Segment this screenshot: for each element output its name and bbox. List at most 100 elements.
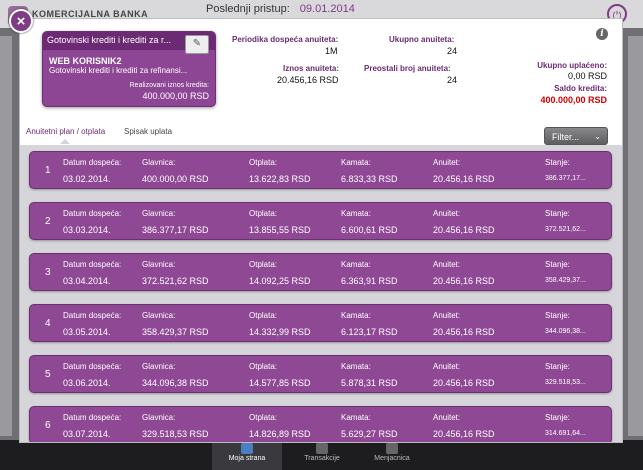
principal-label: Glavnica: <box>142 209 176 218</box>
balance-value: 386.377,17... <box>545 175 586 182</box>
remaining-annuities-value: 24 <box>447 75 458 85</box>
balance-label: Stanje: <box>545 260 570 269</box>
loan-balance-label: Saldo kredita: <box>554 84 607 93</box>
row-index: 2 <box>45 216 51 227</box>
row-index: 1 <box>45 165 51 176</box>
repayment-value: 14.577,85 RSD <box>249 378 311 388</box>
interest-value: 6.833,33 RSD <box>341 174 398 184</box>
filter-dropdown[interactable]: Filter... ⌄ <box>544 127 608 145</box>
remaining-annuities-label: Preostali broj anuiteta: <box>364 64 451 73</box>
due-date-value: 03.06.2014. <box>63 378 111 388</box>
period-label: Periodika dospeća anuiteta: <box>232 35 339 44</box>
bottom-tab-moja-strana[interactable]: Moja strana <box>212 440 282 470</box>
loan-card: Gotovinski krediti i krediti za r... ✎ W… <box>42 31 216 107</box>
bottom-tab-menjacnica[interactable]: Menjacnica <box>357 440 427 470</box>
annuity-label: Anuitet: <box>433 413 461 422</box>
repayment-value: 14.092,25 RSD <box>249 276 311 286</box>
repayment-label: Otplata: <box>249 260 278 269</box>
background-right-panel <box>628 36 643 436</box>
edit-button[interactable]: ✎ <box>185 35 209 54</box>
repayment-value: 13.622,83 RSD <box>249 174 311 184</box>
realized-amount-label: Realizovani iznos kredita: <box>129 82 209 89</box>
row-index: 6 <box>45 420 51 431</box>
balance-value: 372.521,62... <box>545 226 586 233</box>
principal-label: Glavnica: <box>142 260 176 269</box>
balance-value: 314.691,64... <box>545 430 586 437</box>
annuity-row[interactable]: 5 Datum dospeća: 03.06.2014. Glavnica: 3… <box>29 355 612 393</box>
due-date-value: 03.05.2014. <box>63 327 111 337</box>
balance-value: 344.096,38... <box>545 328 586 335</box>
tab-annuity-plan[interactable]: Anuitetni plan / otplata <box>26 127 105 136</box>
repayment-label: Otplata: <box>249 158 278 167</box>
balance-value: 358.429,37... <box>545 277 586 284</box>
interest-label: Kamata: <box>341 413 371 422</box>
principal-label: Glavnica: <box>142 362 176 371</box>
bottom-tab-transakcije[interactable]: Transakcije <box>287 440 357 470</box>
annuity-list: 1 Datum dospeća: 03.02.2014. Glavnica: 4… <box>20 145 622 442</box>
annuity-row[interactable]: 1 Datum dospeća: 03.02.2014. Glavnica: 4… <box>29 151 612 189</box>
transactions-icon <box>316 443 328 454</box>
loan-card-subtitle: Gotovinski krediti i krediti za refinans… <box>49 66 188 75</box>
info-icon[interactable]: i <box>596 28 608 40</box>
repayment-value: 14.332,99 RSD <box>249 327 311 337</box>
principal-value: 372.521,62 RSD <box>142 276 209 286</box>
loan-detail-modal: Gotovinski krediti i krediti za r... ✎ W… <box>19 18 623 443</box>
balance-label: Stanje: <box>545 209 570 218</box>
principal-value: 329.518,53 RSD <box>142 429 209 439</box>
due-date-value: 03.04.2014. <box>63 276 111 286</box>
annuity-amount-label: Iznos anuiteta: <box>283 64 340 73</box>
annuity-label: Anuitet: <box>433 311 461 320</box>
principal-value: 358.429,37 RSD <box>142 327 209 337</box>
due-date-label: Datum dospeća: <box>63 260 122 269</box>
close-button[interactable]: × <box>9 9 33 33</box>
chevron-down-icon: ⌄ <box>594 132 601 141</box>
annuity-row[interactable]: 6 Datum dospeća: 03.07.2014. Glavnica: 3… <box>29 406 612 442</box>
loan-balance-value: 400.000,00 RSD <box>540 95 607 105</box>
total-paid-label: Ukupno uplaćeno: <box>537 61 607 70</box>
annuity-amount-value: 20.456,16 RSD <box>277 75 339 85</box>
due-date-label: Datum dospeća: <box>63 209 122 218</box>
repayment-label: Otplata: <box>249 209 278 218</box>
balance-label: Stanje: <box>545 311 570 320</box>
due-date-value: 03.07.2014. <box>63 429 111 439</box>
balance-value: 329.518,53... <box>545 379 586 386</box>
annuity-value: 20.456,16 RSD <box>433 378 495 388</box>
row-index: 3 <box>45 267 51 278</box>
principal-value: 386.377,17 RSD <box>142 225 209 235</box>
active-tab-indicator <box>60 139 70 144</box>
row-index: 5 <box>45 369 51 380</box>
interest-label: Kamata: <box>341 158 371 167</box>
repayment-value: 14.826,89 RSD <box>249 429 311 439</box>
period-value: 1M <box>325 46 338 56</box>
interest-label: Kamata: <box>341 209 371 218</box>
repayment-label: Otplata: <box>249 311 278 320</box>
interest-label: Kamata: <box>341 311 371 320</box>
principal-label: Glavnica: <box>142 413 176 422</box>
repayment-label: Otplata: <box>249 362 278 371</box>
due-date-label: Datum dospeća: <box>63 362 122 371</box>
currency-icon <box>386 443 398 454</box>
principal-label: Glavnica: <box>142 158 176 167</box>
last-login: Poslednji pristup: 09.01.2014 <box>206 3 355 15</box>
loan-card-owner: WEB KORISNIK2 <box>49 56 122 66</box>
repayment-value: 13.855,55 RSD <box>249 225 311 235</box>
annuity-label: Anuitet: <box>433 362 461 371</box>
annuity-row[interactable]: 4 Datum dospeća: 03.05.2014. Glavnica: 3… <box>29 304 612 342</box>
annuity-row[interactable]: 3 Datum dospeća: 03.04.2014. Glavnica: 3… <box>29 253 612 291</box>
background-left-panel <box>0 36 12 436</box>
annuity-label: Anuitet: <box>433 260 461 269</box>
annuity-label: Anuitet: <box>433 209 461 218</box>
annuity-value: 20.456,16 RSD <box>433 429 495 439</box>
annuity-value: 20.456,16 RSD <box>433 225 495 235</box>
due-date-value: 03.02.2014. <box>63 174 111 184</box>
interest-value: 5.878,31 RSD <box>341 378 398 388</box>
annuity-row[interactable]: 2 Datum dospeća: 03.03.2014. Glavnica: 3… <box>29 202 612 240</box>
edit-icon: ✎ <box>192 38 202 49</box>
tab-payments-list[interactable]: Spisak uplata <box>124 127 172 136</box>
balance-label: Stanje: <box>545 158 570 167</box>
total-paid-value: 0,00 RSD <box>567 71 607 81</box>
interest-label: Kamata: <box>341 260 371 269</box>
principal-value: 344.096,38 RSD <box>142 378 209 388</box>
balance-label: Stanje: <box>545 413 570 422</box>
balance-label: Stanje: <box>545 362 570 371</box>
